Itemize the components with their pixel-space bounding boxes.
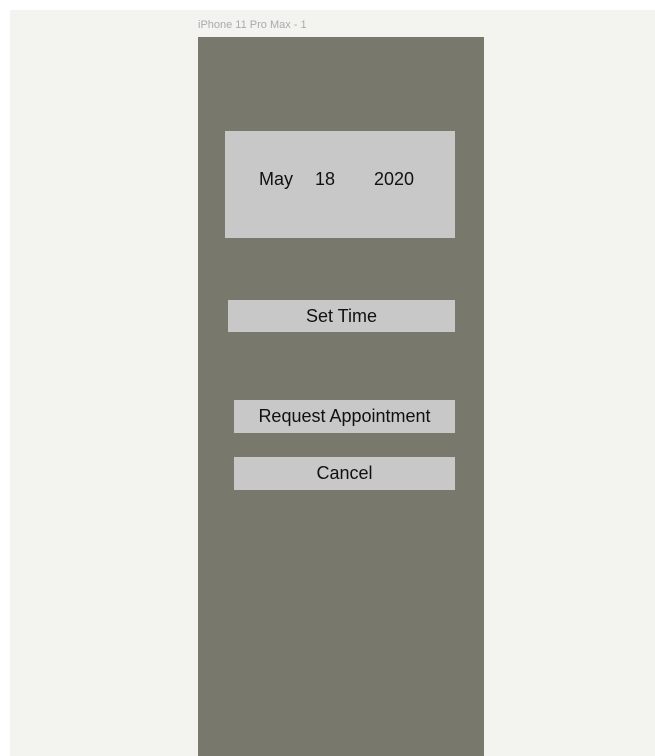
date-day[interactable]: 18 [315,169,335,189]
request-appointment-button[interactable]: Request Appointment [234,400,455,433]
cancel-button[interactable]: Cancel [234,457,455,490]
set-time-button[interactable]: Set Time [228,300,455,332]
date-year[interactable]: 2020 [374,169,414,189]
frame-label[interactable]: iPhone 11 Pro Max - 1 [198,19,307,31]
design-canvas: iPhone 11 Pro Max - 1 May 18 2020 Set Ti… [10,10,655,756]
date-month[interactable]: May [259,169,293,189]
phone-frame: May 18 2020 Set Time Request Appointment… [198,37,484,756]
date-picker[interactable]: May 18 2020 [225,131,455,238]
